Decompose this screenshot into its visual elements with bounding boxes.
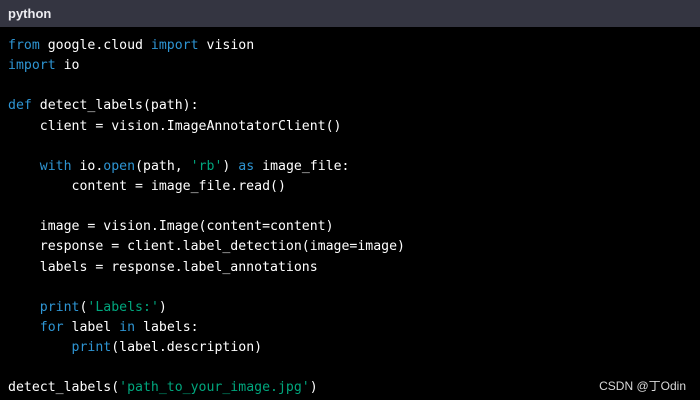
code-token: response = client.label_detection(image=… [8, 239, 405, 255]
code-token: with [39, 158, 72, 174]
code-token: print [39, 299, 80, 315]
code-token: from [8, 38, 40, 53]
code-token: (path): [142, 98, 199, 114]
code-block: python from google.cloud import vision im… [0, 0, 700, 400]
code-token: client = vision.ImageAnnotatorClient() [8, 118, 342, 134]
code-line: client = vision.ImageAnnotatorClient() [8, 117, 700, 137]
code-token: io. [71, 158, 104, 174]
code-language-label: python [0, 0, 700, 27]
code-line: print('Labels:') [8, 298, 700, 318]
code-token: 'rb' [190, 158, 223, 174]
code-token: in [119, 319, 136, 335]
code-token: google.cloud [39, 38, 151, 53]
code-token: import [150, 38, 199, 53]
code-token: ) [158, 299, 167, 315]
code-token: image_file: [254, 158, 350, 174]
code-line: image = vision.Image(content=content) [8, 217, 700, 237]
watermark: CSDN @丁Odin [599, 379, 686, 393]
code-line: detect_labels('path_to_your_image.jpg') [8, 378, 700, 398]
code-token: for [39, 319, 64, 335]
code-token: def [8, 98, 32, 114]
code-token: as [238, 158, 255, 174]
code-line: import io [8, 56, 700, 76]
code-token: import [8, 58, 56, 74]
code-token: open [103, 158, 136, 174]
code-content[interactable]: from google.cloud import vision import io… [8, 36, 700, 399]
code-token: labels: [135, 319, 199, 335]
code-token: ) [222, 158, 239, 174]
code-token: label [63, 319, 120, 335]
code-token: image = vision.Image(content=content) [8, 219, 334, 235]
code-token: detect_labels [31, 98, 143, 114]
code-line: content = image_file.read() [8, 177, 700, 197]
code-line: for label in labels: [8, 318, 700, 338]
code-token: (label.description) [111, 340, 263, 356]
code-line: def detect_labels(path): [8, 96, 700, 116]
code-token: detect_labels( [8, 380, 120, 396]
code-line: print(label.description) [8, 338, 700, 358]
code-token: io [55, 58, 80, 74]
code-line: with io.open(path, 'rb') as image_file: [8, 157, 700, 177]
code-line: response = client.label_detection(image=… [8, 237, 700, 257]
code-line: from google.cloud import vision [8, 36, 700, 56]
code-token: 'path_to_your_image.jpg' [119, 380, 310, 396]
code-line: labels = response.label_annotations [8, 258, 700, 278]
code-token: (path, [135, 158, 191, 174]
code-token: ) [309, 380, 318, 396]
code-token: 'Labels:' [87, 299, 159, 315]
code-token: content = image_file.read() [8, 178, 286, 194]
code-token: vision [198, 38, 255, 53]
code-token: print [71, 340, 112, 356]
code-token: labels = response.label_annotations [8, 259, 318, 275]
